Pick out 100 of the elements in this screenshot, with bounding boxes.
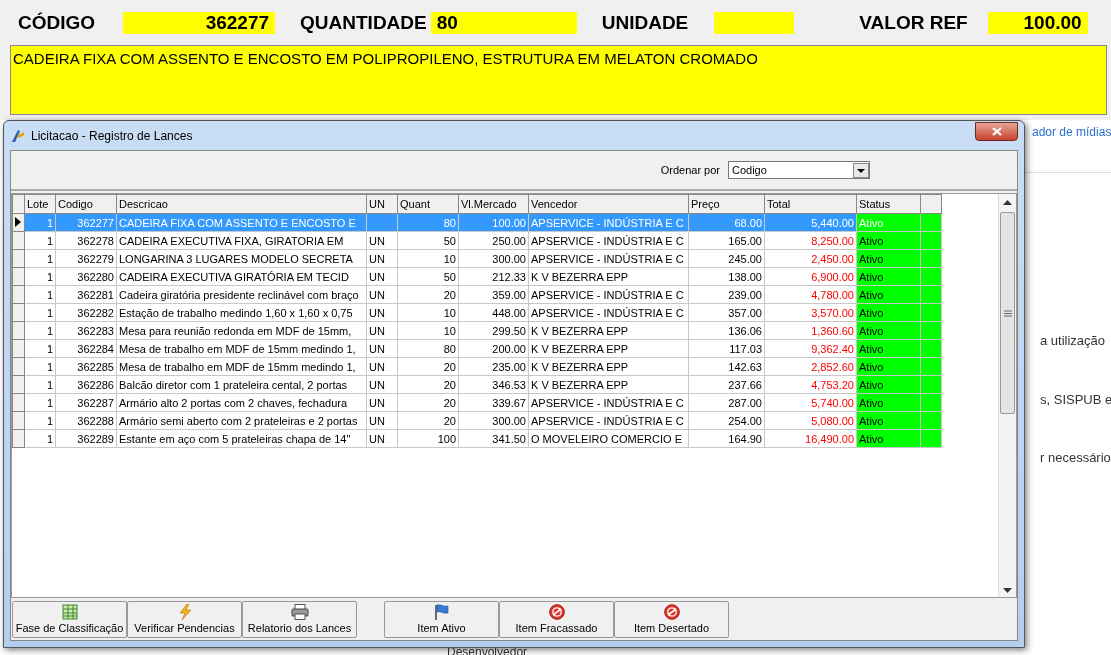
table-cell: 1 <box>24 357 56 376</box>
table-cell: 254.00 <box>688 411 765 430</box>
table-cell: UN <box>366 231 398 250</box>
table-cell: Armário alto 2 portas com 2 chaves, fechadura <box>116 393 367 412</box>
column-header[interactable]: Vencedor <box>528 194 689 214</box>
table-cell: 4,780.00 <box>764 285 857 304</box>
table-cell: K V BEZERRA EPP <box>528 357 689 376</box>
input-field[interactable]: 100.00 <box>987 11 1088 34</box>
table-cell: 212.33 <box>458 267 529 286</box>
table-cell: Estante em aço com 5 prateleiras chapa de 14'' <box>116 429 367 448</box>
table-cell: O MOVELEIRO COMERCIO E <box>528 429 689 448</box>
scrollbar-thumb[interactable] <box>1000 212 1015 414</box>
table-cell: 80 <box>397 339 459 358</box>
table-cell: Estação de trabalho medindo 1,60 x 1,60 x 0,75 <box>116 303 367 322</box>
table-cell: 100 <box>397 429 459 448</box>
table-cell: 448.00 <box>458 303 529 322</box>
table-cell: CADEIRA EXECUTIVA FIXA, GIRATORIA EM <box>116 231 367 250</box>
table-cell: 245.00 <box>688 249 765 268</box>
page-text: r necessário <box>1040 450 1111 465</box>
table-cell: 357.00 <box>688 303 765 322</box>
column-header[interactable]: UN <box>366 194 398 214</box>
lightning-icon <box>176 604 193 620</box>
table-cell: 299.50 <box>458 321 529 340</box>
table-cell: 1 <box>24 429 56 448</box>
column-header[interactable]: Codigo <box>55 194 117 214</box>
column-header[interactable]: Total <box>764 194 857 214</box>
table-cell: 362288 <box>55 411 117 430</box>
prohibited-icon <box>548 604 565 620</box>
scrollbar[interactable] <box>998 194 1016 597</box>
table-cell: 16,490.00 <box>764 429 857 448</box>
table-cell: 138.00 <box>688 267 765 286</box>
column-header[interactable]: Preço <box>688 194 765 214</box>
column-header[interactable]: Quant <box>397 194 459 214</box>
table-cell: APSERVICE - INDÚSTRIA E C <box>528 303 689 322</box>
table-cell: 10 <box>397 249 459 268</box>
table-cell: 1,360.60 <box>764 321 857 340</box>
table-cell: 1 <box>24 339 56 358</box>
table-cell: 300.00 <box>458 249 529 268</box>
toolbar-button[interactable]: Item Ativo <box>384 601 499 638</box>
table-cell: 20 <box>397 285 459 304</box>
table-cell: APSERVICE - INDÚSTRIA E C <box>528 393 689 412</box>
table-cell: UN <box>366 375 398 394</box>
table-cell: 142.63 <box>688 357 765 376</box>
table-cell: 362285 <box>55 357 117 376</box>
table-cell: 5,080.00 <box>764 411 857 430</box>
table-cell: UN <box>366 339 398 358</box>
input-field[interactable] <box>714 11 795 34</box>
table-cell: UN <box>366 267 398 286</box>
table-cell: 4,753.20 <box>764 375 857 394</box>
table-cell: Balcão diretor com 1 prateleira cental, 2 portas <box>116 375 367 394</box>
table-cell: 339.67 <box>458 393 529 412</box>
table-cell: Mesa para reunião redonda em MDF de 15mm, <box>116 321 367 340</box>
table-cell: 20 <box>397 393 459 412</box>
up-arrow-icon[interactable] <box>1003 200 1012 206</box>
caret-icon <box>853 162 869 178</box>
down-arrow-icon[interactable] <box>1003 587 1012 593</box>
table-cell: 237.66 <box>688 375 765 394</box>
sort-dropdown[interactable]: Codigo <box>728 161 870 179</box>
table-cell: 239.00 <box>688 285 765 304</box>
header-cell <box>920 194 942 214</box>
table-cell: 20 <box>397 357 459 376</box>
toolbar-button[interactable]: Relatorio dos Lances <box>242 601 357 638</box>
prohibited-icon <box>663 604 680 620</box>
description-field[interactable]: CADEIRA FIXA COM ASSENTO E ENCOSTO EM POLIPROPILENO, ESTRUTURA EM MELATON CROMADO <box>10 45 1107 115</box>
window-title: Licitacao - Registro de Lances <box>31 128 193 143</box>
toolbar-button[interactable]: Verificar Pendencias <box>127 601 242 638</box>
table-cell: 50 <box>397 267 459 286</box>
column-header[interactable]: Status <box>856 194 921 214</box>
field-label: UNIDADE <box>601 11 689 34</box>
toolbar-button[interactable]: Fase de Classificação <box>12 601 127 638</box>
printer-icon <box>290 604 309 620</box>
column-header[interactable]: Vl.Mercado <box>458 194 529 214</box>
field-label: QUANTIDADE <box>300 11 427 34</box>
table-cell: 346.53 <box>458 375 529 394</box>
table-cell: Mesa de trabalho em MDF de 15mm medindo 1, <box>116 357 367 376</box>
table-cell: K V BEZERRA EPP <box>528 339 689 358</box>
table-cell: Armário semi aberto com 2 prateleiras e 2 portas <box>116 411 367 430</box>
column-header[interactable]: Lote <box>24 194 56 214</box>
table-cell: K V BEZERRA EPP <box>528 321 689 340</box>
table-cell: 1 <box>24 375 56 394</box>
link[interactable]: ador de mídias <box>1032 125 1111 139</box>
close-button[interactable] <box>975 121 1018 141</box>
toolbar-button[interactable]: Item Desertado <box>614 601 729 638</box>
column-header[interactable]: Descricao <box>116 194 367 214</box>
table-cell: 165.00 <box>688 231 765 250</box>
table-cell: K V BEZERRA EPP <box>528 267 689 286</box>
toolbar-button[interactable]: Item Fracassado <box>499 601 614 638</box>
table-cell: Cadeira giratória presidente reclinável com braço <box>116 285 367 304</box>
table-cell: 10 <box>397 321 459 340</box>
table-cell: 341.50 <box>458 429 529 448</box>
input-field[interactable]: 362277 <box>123 11 276 34</box>
table-cell: K V BEZERRA EPP <box>528 375 689 394</box>
input-field[interactable]: 80 <box>430 11 577 34</box>
table-cell: 1 <box>24 267 56 286</box>
flag-icon <box>433 604 450 620</box>
table-cell: 287.00 <box>688 393 765 412</box>
table-cell: 362287 <box>55 393 117 412</box>
table-cell: 362279 <box>55 249 117 268</box>
table-cell: 235.00 <box>458 357 529 376</box>
table-cell: UN <box>366 393 398 412</box>
